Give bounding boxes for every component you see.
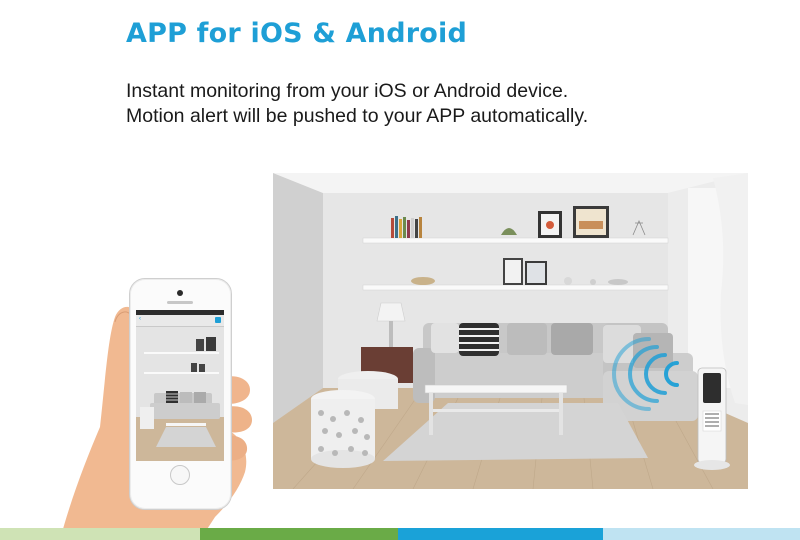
living-room-photo [273,173,748,489]
description-line-1: Instant monitoring from your iOS or Andr… [126,80,569,102]
settings-icon[interactable] [215,317,221,323]
page-title: APP for iOS & Android [126,18,467,49]
camera-live-view [136,327,224,461]
description-line-2: Motion alert will be pushed to your APP … [126,105,589,127]
stripe-light-green [0,528,200,540]
phone-speaker [167,301,193,304]
living-room-illustration [273,173,748,489]
description: Instant monitoring from your iOS or Andr… [126,79,588,129]
app-nav-bar: ‹ [136,315,224,327]
smartphone: ‹ [129,278,232,510]
stripe-blue [398,528,603,540]
front-camera [177,290,183,296]
home-button[interactable] [170,465,190,485]
footer-color-stripes [0,528,800,540]
stripe-light-blue [603,528,800,540]
stripe-green [200,528,398,540]
back-icon[interactable]: ‹ [139,316,144,322]
phone-screen: ‹ [136,310,224,461]
security-camera-icon [694,367,730,470]
